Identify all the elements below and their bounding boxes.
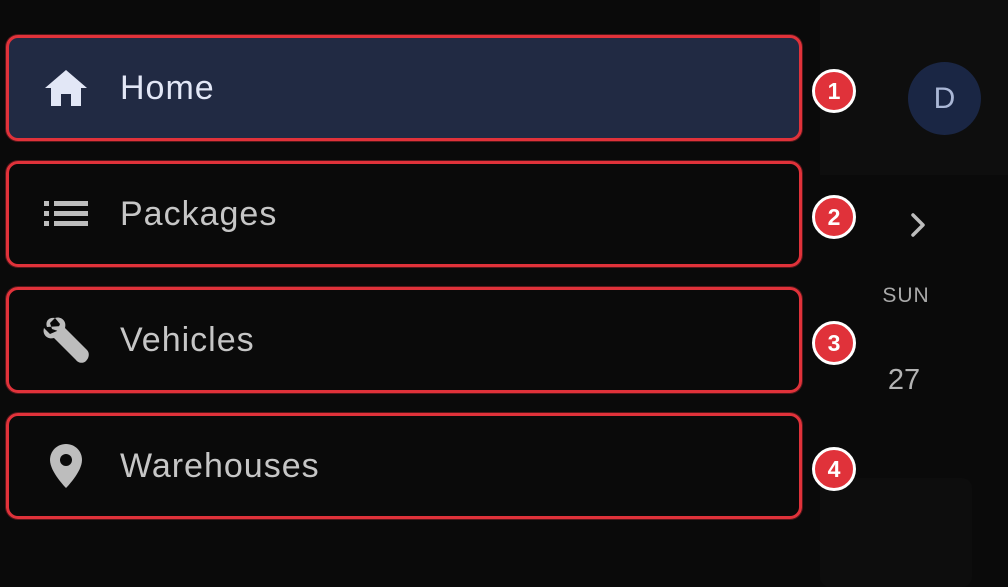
calendar-day-number[interactable]: 27 — [866, 364, 942, 397]
list-icon — [41, 189, 91, 239]
nav-item-label: Home — [120, 68, 215, 107]
nav-item-warehouses[interactable]: Warehouses — [6, 413, 802, 519]
avatar-initial: D — [933, 81, 956, 115]
nav-item-label: Vehicles — [120, 320, 255, 359]
background-card — [820, 478, 972, 587]
wrench-icon — [41, 315, 91, 365]
location-pin-icon — [41, 441, 91, 491]
navigation-drawer: Home Packages Vehicles Warehouses — [0, 0, 820, 587]
nav-item-packages[interactable]: Packages — [6, 161, 802, 267]
annotation-marker-1: 1 — [812, 69, 856, 113]
nav-item-label: Packages — [120, 194, 278, 233]
annotation-marker-2: 2 — [812, 195, 856, 239]
next-day-button[interactable] — [902, 207, 934, 243]
chevron-right-icon — [911, 213, 925, 237]
nav-item-label: Warehouses — [120, 446, 320, 485]
app-screen: D SUN 27 Home Packages Vehicles Warehous… — [0, 0, 1008, 587]
nav-item-vehicles[interactable]: Vehicles — [6, 287, 802, 393]
annotation-marker-3: 3 — [812, 321, 856, 365]
home-icon — [41, 63, 91, 113]
calendar-day-name: SUN — [882, 284, 930, 307]
user-avatar[interactable]: D — [908, 62, 981, 135]
nav-item-home[interactable]: Home — [6, 35, 802, 141]
annotation-marker-4: 4 — [812, 447, 856, 491]
